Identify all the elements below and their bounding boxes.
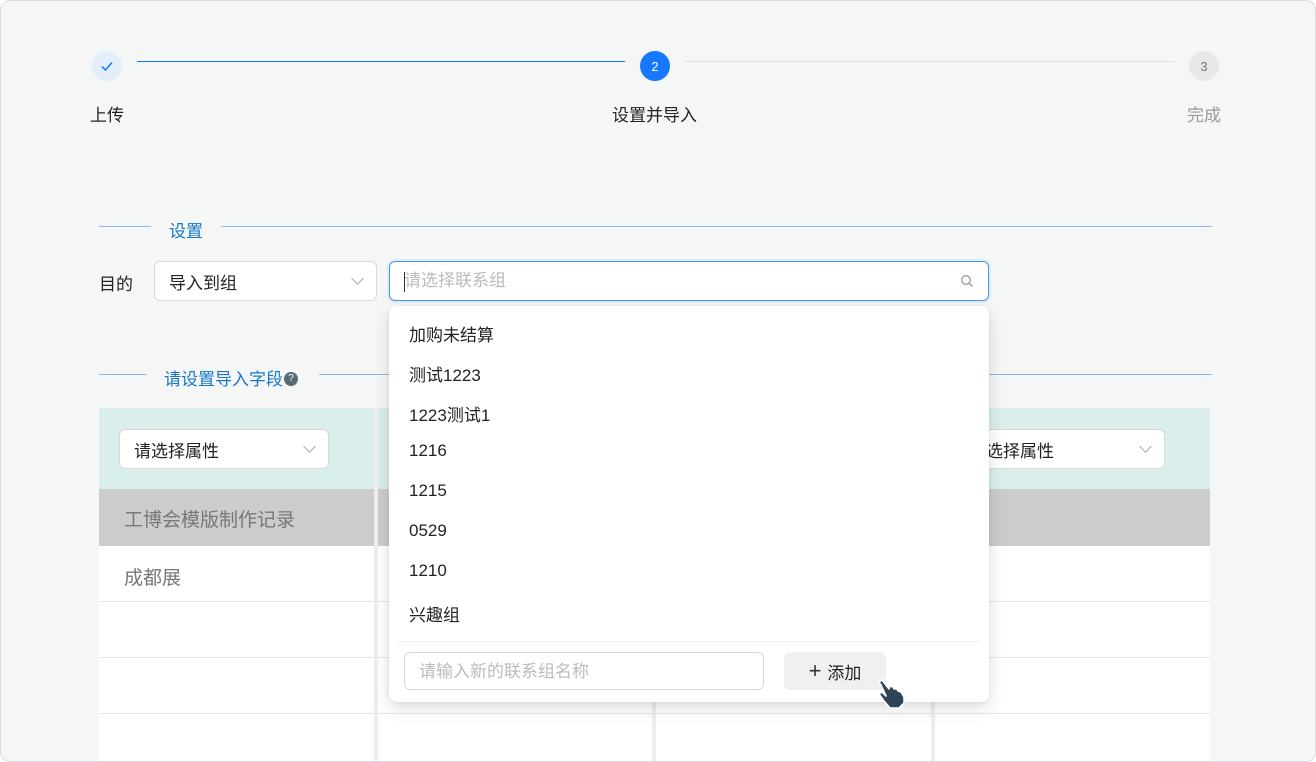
step-finish-number: 3	[1189, 51, 1219, 81]
target-select[interactable]: 导入到组	[154, 261, 377, 301]
import-wizard: 2 3 上传 设置并导入 完成 设置 目的 导入到组 请设置导入字段? 请选择属…	[0, 0, 1316, 762]
settings-divider-right	[221, 226, 1212, 227]
step-settings-label: 设置并导入	[612, 106, 697, 125]
row-divider	[378, 713, 652, 714]
settings-divider-left	[99, 226, 151, 227]
help-icon[interactable]: ?	[284, 372, 298, 386]
new-group-field[interactable]	[404, 652, 764, 690]
step-finish-label: 完成	[1187, 106, 1221, 125]
fields-section-title: 请设置导入字段?	[164, 365, 298, 390]
attribute-select-value: 请选择属性	[134, 441, 219, 461]
dropdown-option[interactable]: 加购未结算	[409, 321, 494, 346]
attribute-select[interactable]: 请选择属性	[119, 429, 329, 469]
step-settings-number: 2	[640, 51, 670, 81]
group-search-field[interactable]	[389, 261, 989, 301]
add-group-button[interactable]: + 添加	[784, 652, 886, 690]
chevron-down-icon	[1139, 440, 1152, 453]
step-upload-done-icon	[92, 51, 122, 81]
new-group-input[interactable]	[419, 661, 749, 683]
fields-divider-left	[99, 374, 147, 375]
dropdown-option[interactable]: 兴趣组	[409, 601, 460, 626]
text-caret	[404, 272, 405, 292]
add-group-label: 添加	[827, 663, 862, 683]
plus-icon: +	[808, 658, 822, 683]
fields-section-title-text: 请设置导入字段	[164, 370, 283, 389]
row-divider	[656, 713, 931, 714]
attribute-select-value: 选择属性	[986, 441, 1054, 461]
table-column-1: 请选择属性 工博会模版制作记录 成都展	[99, 408, 374, 761]
row-divider	[935, 713, 1210, 714]
chevron-down-icon	[351, 272, 364, 285]
table-cell: 成都展	[124, 568, 182, 589]
column-sample-header: 工博会模版制作记录	[99, 489, 374, 546]
target-select-value: 导入到组	[169, 273, 237, 293]
row-divider	[99, 601, 374, 602]
step-connector-2	[685, 61, 1175, 62]
dropdown-option[interactable]: 0529	[409, 521, 447, 541]
chevron-down-icon	[303, 440, 316, 453]
step-connector-1	[137, 61, 625, 62]
group-search-input[interactable]	[404, 270, 944, 292]
table-cell: 工博会模版制作记录	[124, 510, 296, 531]
check-icon	[101, 62, 113, 72]
step-upload-label: 上传	[90, 106, 124, 125]
dropdown-option[interactable]: 1215	[409, 481, 447, 501]
dropdown-footer-divider	[397, 641, 981, 642]
row-divider	[99, 713, 374, 714]
row-divider	[99, 657, 374, 658]
target-label: 目的	[99, 275, 133, 294]
dropdown-option[interactable]: 1223测试1	[409, 401, 490, 426]
dropdown-option[interactable]: 1210	[409, 561, 447, 581]
dropdown-option[interactable]: 测试1223	[409, 361, 481, 386]
settings-section-title: 设置	[169, 222, 203, 241]
hand-pointer-cursor-icon	[878, 679, 905, 709]
search-icon	[961, 275, 973, 287]
dropdown-option[interactable]: 1216	[409, 441, 447, 461]
group-dropdown: 加购未结算 测试1223 1223测试1 1216 1215 0529 1210…	[389, 306, 989, 702]
column-header: 请选择属性	[99, 408, 374, 489]
